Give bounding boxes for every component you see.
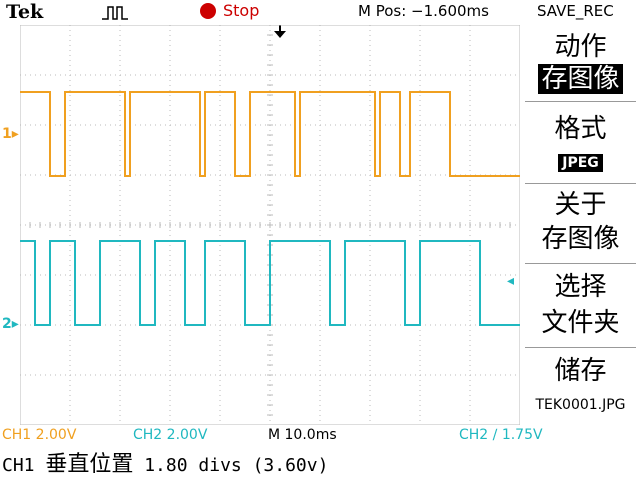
menu-about-line2[interactable]: 存图像	[521, 223, 640, 255]
stop-indicator-icon	[200, 3, 216, 19]
run-state-label: Stop	[223, 1, 260, 20]
status-label: 垂直位置	[45, 452, 134, 477]
side-menu: 动作 存图像 格式 JPEG 关于 存图像 选择 文件夹 储存 TEK0001.…	[521, 25, 640, 425]
menu-format-selected: JPEG	[558, 154, 603, 172]
menu-format-label[interactable]: 格式	[521, 113, 640, 145]
menu-divider	[525, 101, 636, 102]
status-value: 1.80 divs (3.60v)	[133, 455, 329, 476]
status-prefix: CH1	[2, 455, 46, 476]
ch2-waveform	[20, 240, 520, 326]
menu-action-value[interactable]: 存图像	[521, 63, 640, 95]
brand-logo: Tek	[6, 1, 44, 23]
menu-action-label[interactable]: 动作	[521, 31, 640, 63]
ch2-scale-readout: CH2 2.00V	[133, 427, 208, 443]
menu-select-line1[interactable]: 选择	[521, 271, 640, 303]
menu-action-selected: 存图像	[538, 64, 623, 94]
menu-save-label[interactable]: 储存	[521, 355, 640, 387]
ch2-ground-marker[interactable]: 2▸	[2, 316, 19, 332]
menu-save-filename: TEK0001.JPG	[535, 397, 626, 413]
ch1-ground-marker[interactable]: 1▸	[2, 126, 19, 142]
menu-select-line2[interactable]: 文件夹	[521, 307, 640, 339]
menu-format-value[interactable]: JPEG	[521, 152, 640, 172]
trigger-pulse-icon	[102, 6, 128, 20]
horizontal-position-readout: M Pos: −1.600ms	[358, 2, 489, 20]
waveform-display	[20, 25, 520, 425]
menu-about-line1[interactable]: 关于	[521, 189, 640, 221]
menu-title: SAVE_REC	[537, 2, 614, 20]
menu-divider	[525, 263, 636, 264]
trigger-level-marker[interactable]: ◂	[507, 273, 514, 289]
menu-divider	[525, 347, 636, 348]
trigger-readout: CH2 ∕ 1.75V	[459, 427, 543, 443]
graticule	[20, 25, 520, 425]
timebase-readout: M 10.0ms	[268, 427, 337, 443]
menu-divider	[525, 183, 636, 184]
status-message: CH1 垂直位置 1.80 divs (3.60v)	[2, 446, 328, 478]
ch1-scale-readout: CH1 2.00V	[2, 427, 77, 443]
